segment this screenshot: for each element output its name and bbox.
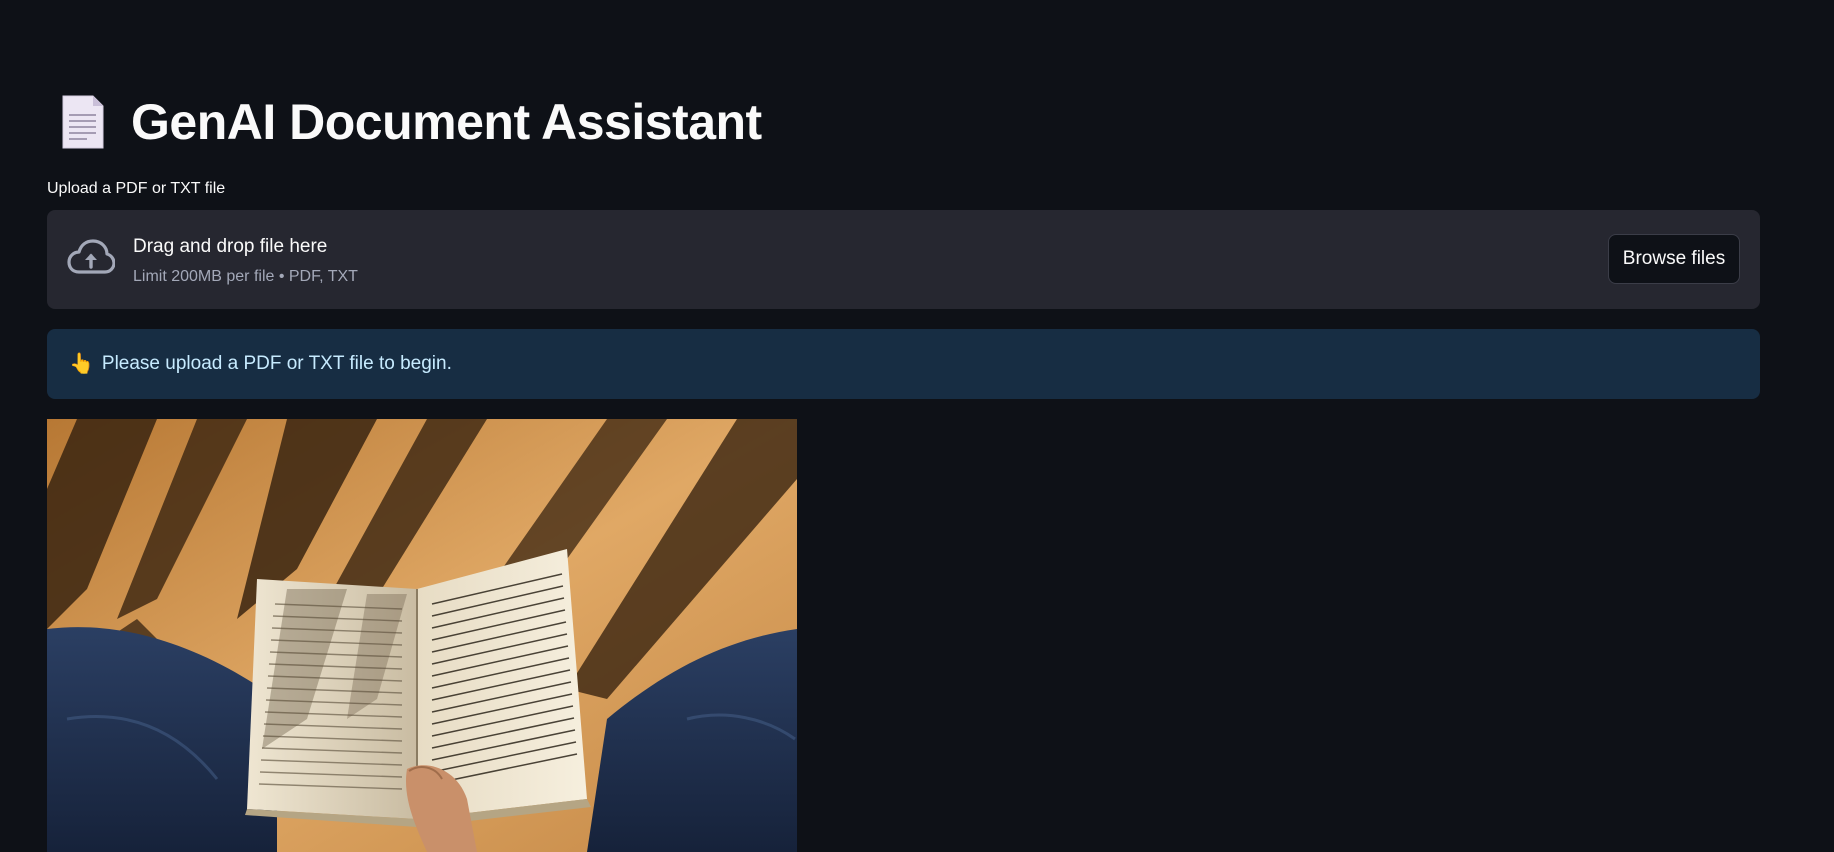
dropzone-instructions: Drag and drop file here [133, 236, 328, 257]
pointing-up-icon: 👆 [69, 353, 94, 375]
browse-files-button[interactable]: Browse files [1608, 234, 1740, 284]
app-root: GenAI Document Assistant Upload a PDF or… [0, 0, 1834, 852]
info-alert: 👆 Please upload a PDF or TXT file to beg… [47, 329, 1760, 399]
page-title: GenAI Document Assistant [131, 94, 762, 150]
dropzone-limit-text: Limit 200MB per file • PDF, TXT [133, 268, 358, 285]
info-alert-text: Please upload a PDF or TXT file to begin… [101, 353, 452, 374]
title-row: GenAI Document Assistant [61, 90, 762, 154]
reading-book-image [47, 419, 797, 852]
page-facing-up-icon [61, 94, 105, 150]
file-dropzone[interactable]: Drag and drop file here Limit 200MB per … [47, 210, 1760, 309]
uploader-label: Upload a PDF or TXT file [47, 180, 226, 197]
cloud-upload-icon [67, 238, 116, 278]
